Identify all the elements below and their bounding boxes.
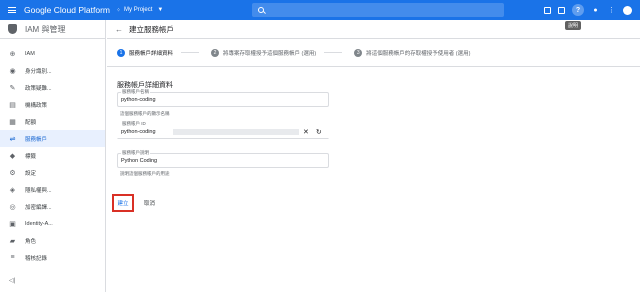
back-arrow-icon[interactable]: ←: [115, 25, 123, 34]
stepper: 1 服務帳戶詳細資料 2 將專案存取權授予這個服務帳戶 (選用) 3 將這個服務…: [107, 39, 640, 67]
step-label: 服務帳戶詳細資料: [129, 50, 174, 57]
sidebar-item-label: 稽核記錄: [25, 255, 48, 262]
project-name: My Project: [124, 7, 153, 13]
top-app-bar: Google Cloud Platform ⁘ My Project ▼ ? ●…: [0, 0, 640, 20]
shield-icon: [8, 24, 17, 34]
step-label: 將專案存取權授予這個服務帳戶 (選用): [223, 50, 317, 57]
sidebar-item[interactable]: ◈ 隱私權與...: [0, 181, 105, 198]
service-account-icon: ⇌: [9, 135, 16, 143]
gift-icon[interactable]: [544, 6, 551, 14]
person-add-icon: ⊕: [9, 50, 16, 58]
step-number: 3: [354, 48, 363, 57]
doc-icon: ▤: [9, 101, 16, 109]
sidebar-item[interactable]: ◎ 加密編譯...: [0, 198, 105, 215]
id-actions: ✕ ↻: [303, 128, 322, 136]
sidebar-item-label: 機構政策: [25, 102, 48, 109]
sidebar-item-label: 設定: [25, 170, 37, 177]
sidebar-item[interactable]: ◉ 身分識別...: [0, 62, 105, 79]
sidebar-item[interactable]: ▤ 機構政策: [0, 96, 105, 113]
field-label: 服務帳戶 ID: [121, 121, 147, 127]
encryption-icon: ◎: [9, 203, 16, 211]
main-content: ← 建立服務帳戶 1 服務帳戶詳細資料 2 將專案存取權授予這個服務帳戶 (選用…: [107, 20, 640, 292]
close-icon[interactable]: ✕: [303, 128, 309, 136]
sidebar: IAM 與管理 ⊕ IAM ◉ 身分識別... ✎ 政策疑難... ▤ 機構政策 ▦ 配額 ⇌ 服務帳…: [0, 20, 106, 292]
field-label: 服務帳戶說明: [121, 150, 150, 156]
create-button[interactable]: 建立: [114, 196, 132, 210]
sidebar-item[interactable]: ⇌ 服務帳戶: [0, 130, 105, 147]
step-3[interactable]: 3 將這個服務帳戶的存取權授予使用者 (選用): [354, 48, 471, 57]
field-value: python-coding: [121, 97, 156, 103]
sidebar-item-label: IAM: [25, 50, 35, 57]
service-account-name-field[interactable]: 服務帳戶名稱 python-coding: [117, 89, 329, 107]
roles-icon: ▰: [9, 237, 16, 245]
field-value: python-coding: [121, 129, 156, 135]
project-selector[interactable]: ⁘ My Project ▼: [110, 7, 230, 14]
search-icon: [258, 7, 264, 13]
service-account-description-field[interactable]: 服務帳戶說明 Python Coding: [117, 150, 329, 168]
notifications-icon[interactable]: ●: [591, 6, 600, 15]
sidebar-item-label: 服務帳戶: [25, 136, 48, 143]
sidebar-item-label: 配額: [25, 119, 37, 126]
sidebar-item-label: Identity-A...: [25, 220, 53, 227]
identity-aware-icon: ▣: [9, 220, 16, 228]
collapse-sidebar-icon[interactable]: ◁|: [9, 277, 15, 284]
cloud-shell-icon[interactable]: [558, 6, 565, 14]
sidebar-item[interactable]: ✎ 政策疑難...: [0, 79, 105, 96]
sidebar-item[interactable]: ▰ 角色: [0, 232, 105, 249]
search-input[interactable]: [252, 3, 504, 17]
step-label: 將這個服務帳戶的存取權授予使用者 (選用): [366, 50, 471, 57]
sidebar-header: IAM 與管理: [0, 20, 105, 39]
wrench-icon: ✎: [9, 84, 16, 92]
sidebar-item[interactable]: ▣ Identity-A...: [0, 215, 105, 232]
audit-log-icon: ≡: [10, 254, 15, 261]
project-icon: ⁘: [116, 7, 122, 14]
identity-icon: ◉: [9, 67, 16, 75]
sidebar-item-label: 標籤: [25, 153, 37, 160]
field-hint: 說明這個服務帳戶的用途: [120, 171, 170, 176]
sidebar-item-label: 隱私權與...: [25, 187, 52, 194]
refresh-icon[interactable]: ↻: [316, 128, 322, 136]
step-number: 2: [211, 48, 220, 57]
quota-icon: ▦: [9, 118, 16, 126]
menu-icon[interactable]: [0, 0, 24, 20]
brand-title[interactable]: Google Cloud Platform: [24, 5, 110, 15]
step-divider: [324, 52, 343, 53]
sidebar-item-label: 角色: [25, 238, 37, 245]
sidebar-item[interactable]: ◆ 標籤: [0, 147, 105, 164]
gear-icon: ⚙: [9, 169, 16, 177]
sidebar-item-label: 身分識別...: [25, 68, 52, 75]
page-title: 建立服務帳戶: [129, 24, 174, 34]
sidebar-item[interactable]: ⊕ IAM: [0, 45, 105, 62]
step-divider: [181, 52, 200, 53]
chevron-down-icon: ▼: [157, 7, 164, 13]
sidebar-item-label: 加密編譯...: [25, 204, 52, 211]
label-icon: ◆: [9, 152, 16, 160]
sidebar-list: ⊕ IAM ◉ 身分識別... ✎ 政策疑難... ▤ 機構政策 ▦ 配額 ⇌ 服務帳戶 ◆ 標籤 ⚙ 設定 ◈…: [0, 39, 105, 266]
step-number: 1: [117, 48, 125, 57]
avatar[interactable]: [623, 5, 632, 15]
account-id-suffix: [173, 129, 299, 135]
sidebar-item[interactable]: ▦ 配額: [0, 113, 105, 130]
field-label: 服務帳戶名稱: [121, 89, 150, 95]
help-icon[interactable]: ?: [572, 4, 584, 16]
step-1[interactable]: 1 服務帳戶詳細資料: [117, 48, 200, 57]
cancel-button[interactable]: 取消: [144, 196, 155, 210]
page-header: ← 建立服務帳戶: [107, 20, 640, 39]
privacy-icon: ◈: [9, 186, 16, 194]
more-vert-icon[interactable]: ⋮: [607, 6, 616, 15]
step-2[interactable]: 2 將專案存取權授予這個服務帳戶 (選用): [211, 48, 343, 57]
sidebar-title: IAM 與管理: [25, 24, 66, 34]
sidebar-item-label: 政策疑難...: [25, 85, 52, 92]
top-actions: ? ● ⋮: [544, 0, 632, 20]
field-value: Python Coding: [121, 158, 158, 164]
sidebar-item[interactable]: ⚙ 設定: [0, 164, 105, 181]
field-hint: 這個服務帳戶的顯示名稱: [120, 111, 170, 116]
sidebar-item[interactable]: ≡ 稽核記錄: [0, 249, 105, 266]
